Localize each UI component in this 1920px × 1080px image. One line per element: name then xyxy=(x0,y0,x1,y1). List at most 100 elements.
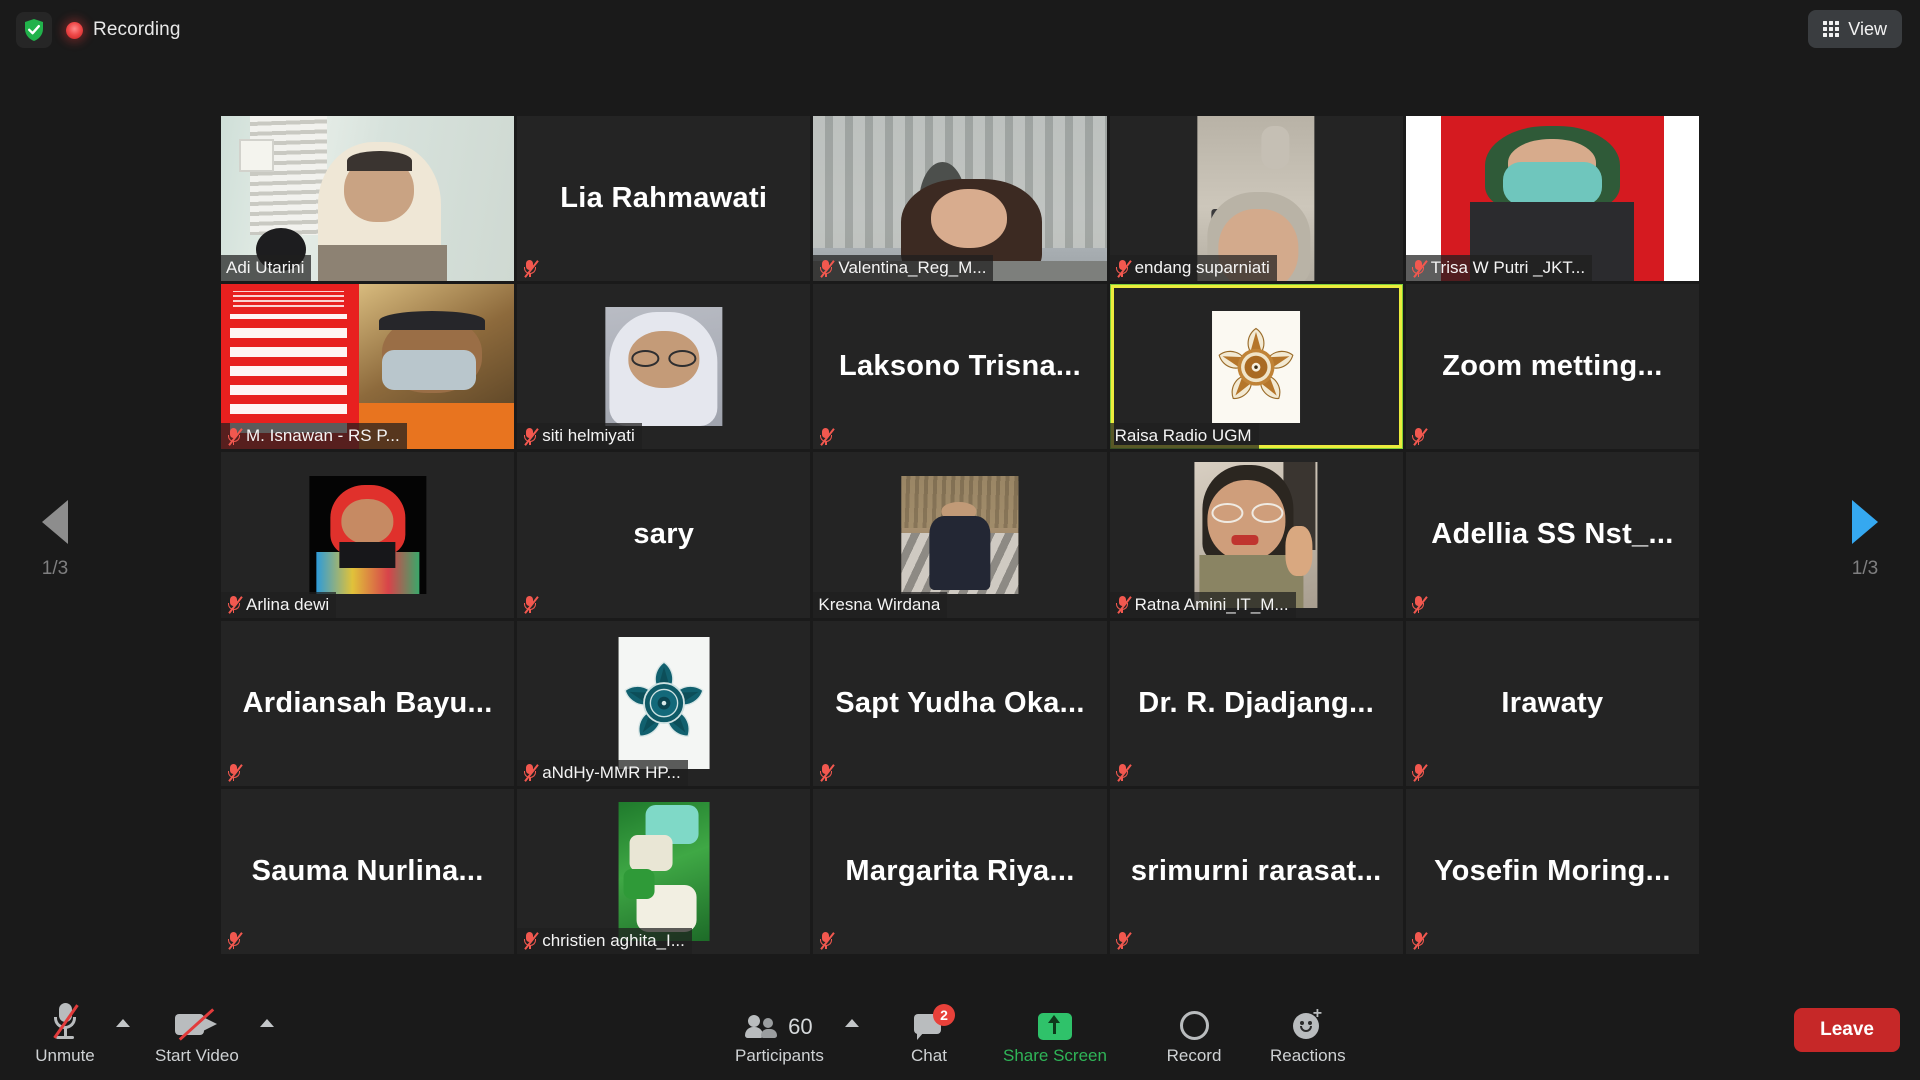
participant-name: M. Isnawan - RS P... xyxy=(246,426,400,446)
audio-options-chevron-up-icon[interactable] xyxy=(116,1019,130,1027)
participant-tile[interactable]: sary xyxy=(517,452,811,618)
participant-name-large: Ardiansah Bayu... xyxy=(242,686,493,719)
unmute-button[interactable]: Unmute xyxy=(34,1000,96,1066)
participant-label: M. Isnawan - RS P... xyxy=(221,423,407,450)
muted-microphone-icon xyxy=(226,427,243,446)
participant-name-large: Irawaty xyxy=(1501,686,1604,719)
start-video-button[interactable]: Start Video xyxy=(155,1000,239,1066)
muted-microphone-icon xyxy=(1411,763,1428,783)
participant-label: Arlina dewi xyxy=(221,591,337,618)
participant-label xyxy=(221,928,248,954)
participant-tile[interactable]: Arlina dewi xyxy=(221,452,515,618)
muted-microphone-icon xyxy=(522,427,539,446)
participant-name: aNdHy-MMR HP... xyxy=(542,762,681,782)
next-page-control[interactable]: 1/3 xyxy=(1810,0,1920,1080)
chat-bubble-icon: 2 xyxy=(914,1000,955,1040)
participant-label: christien aghita_I... xyxy=(517,927,692,954)
prev-page-control[interactable]: 1/3 xyxy=(0,0,110,1080)
record-button[interactable]: Record xyxy=(1163,1000,1225,1066)
participant-name: Kresna Wirdana xyxy=(818,594,941,614)
unmute-label: Unmute xyxy=(35,1046,95,1065)
participant-tile[interactable]: Ratna Amini_IT_M... xyxy=(1109,452,1403,618)
leave-button[interactable]: Leave xyxy=(1794,1008,1900,1052)
muted-microphone-icon xyxy=(522,595,539,614)
participant-tile[interactable]: siti helmiyati xyxy=(517,284,811,450)
participant-label: Ratna Amini_IT_M... xyxy=(1109,591,1296,618)
participant-name: christien aghita_I... xyxy=(542,930,685,950)
muted-microphone-icon xyxy=(522,763,539,783)
participant-label xyxy=(1406,592,1433,618)
chat-button[interactable]: 2 Chat xyxy=(898,1000,960,1066)
muted-microphone-icon xyxy=(1115,259,1132,278)
participant-tile[interactable]: srimurni rarasat... xyxy=(1109,788,1403,954)
participant-tile[interactable]: Yosefin Moring... xyxy=(1405,788,1699,954)
participant-tile[interactable]: Zoom metting... xyxy=(1405,284,1699,450)
participant-tile[interactable]: Adellia SS Nst_... xyxy=(1405,452,1699,618)
muted-microphone-icon xyxy=(818,763,836,783)
participant-tile[interactable]: Sauma Nurlina... xyxy=(221,788,515,954)
participant-label: Trisa W Putri _JKT... xyxy=(1405,255,1593,282)
participant-label xyxy=(1406,760,1433,786)
participant-label xyxy=(517,255,544,281)
participant-tile[interactable]: Dr. R. Djadjang... xyxy=(1109,620,1403,786)
share-screen-label: Share Screen xyxy=(1003,1046,1107,1065)
muted-microphone-icon xyxy=(1411,595,1428,614)
participant-tile[interactable]: Kresna Wirdana xyxy=(813,452,1107,618)
muted-microphone-icon xyxy=(522,259,539,278)
participant-tile[interactable]: Margarita Riya... xyxy=(813,788,1107,954)
chevron-right-triangle-icon[interactable] xyxy=(1852,500,1878,544)
participant-tile[interactable]: Adi Utarini xyxy=(221,116,515,282)
participant-label xyxy=(813,423,840,449)
participant-tile[interactable]: Raisa Radio UGM xyxy=(1109,284,1403,450)
participant-tile[interactable]: christien aghita_I... xyxy=(517,788,811,954)
chevron-left-triangle-icon[interactable] xyxy=(42,500,68,544)
participant-name: Raisa Radio UGM xyxy=(1114,426,1252,446)
participant-tile[interactable]: Irawaty xyxy=(1405,620,1699,786)
reactions-button[interactable]: + Reactions xyxy=(1270,1000,1346,1066)
participants-icon: 60 xyxy=(745,1000,813,1040)
muted-microphone-icon xyxy=(226,595,243,614)
participant-label xyxy=(813,928,840,954)
participant-name-large: Laksono Trisna... xyxy=(838,350,1081,383)
microphone-muted-icon xyxy=(50,1000,80,1040)
participant-label: endang suparniati xyxy=(1109,255,1277,282)
participant-label: aNdHy-MMR HP... xyxy=(517,759,688,786)
muted-microphone-icon xyxy=(818,931,836,951)
participant-name: Trisa W Putri _JKT... xyxy=(1430,258,1586,278)
participant-label: Raisa Radio UGM xyxy=(1109,423,1259,450)
video-options-chevron-up-icon[interactable] xyxy=(260,1019,274,1027)
meeting-toolbar: Unmute Start Video 60 Participants 2 Cha… xyxy=(0,954,1920,1080)
participant-tile[interactable]: Ardiansah Bayu... xyxy=(221,620,515,786)
participant-tile[interactable]: Laksono Trisna... xyxy=(813,284,1107,450)
chat-label: Chat xyxy=(911,1046,947,1065)
participant-tile[interactable]: Valentina_Reg_M... xyxy=(813,116,1107,282)
share-screen-button[interactable]: Share Screen xyxy=(1003,1000,1107,1066)
muted-microphone-icon xyxy=(1115,931,1132,951)
participant-tile[interactable]: Trisa W Putri _JKT... xyxy=(1405,116,1699,282)
participants-label: Participants xyxy=(735,1046,824,1065)
record-circle-icon xyxy=(1179,1000,1209,1040)
participant-label xyxy=(221,760,248,786)
participant-tile[interactable]: Lia Rahmawati xyxy=(517,116,811,282)
muted-microphone-icon xyxy=(226,931,243,951)
participant-name-large: sary xyxy=(633,518,695,551)
participant-name: Arlina dewi xyxy=(246,594,330,614)
participants-count: 60 xyxy=(788,1014,813,1039)
camera-off-icon xyxy=(174,1000,219,1041)
record-label: Record xyxy=(1166,1046,1222,1065)
participant-label xyxy=(1406,928,1433,954)
participant-name: Valentina_Reg_M... xyxy=(838,258,987,278)
muted-microphone-icon xyxy=(1411,931,1428,951)
participant-tile[interactable]: Sapt Yudha Oka... xyxy=(813,620,1107,786)
participant-label: Adi Utarini xyxy=(221,255,312,282)
participant-tile[interactable]: M. Isnawan - RS P... xyxy=(221,284,515,450)
reactions-label: Reactions xyxy=(1270,1046,1346,1065)
participant-tile[interactable]: endang suparniati xyxy=(1109,116,1403,282)
participant-label: siti helmiyati xyxy=(517,423,642,450)
muted-microphone-icon xyxy=(226,763,243,783)
muted-microphone-icon xyxy=(1411,427,1428,446)
participants-options-chevron-up-icon[interactable] xyxy=(845,1019,859,1027)
participants-button[interactable]: 60 Participants xyxy=(735,1000,824,1066)
participant-name-large: Margarita Riya... xyxy=(845,854,1075,887)
participant-tile[interactable]: aNdHy-MMR HP... xyxy=(517,620,811,786)
